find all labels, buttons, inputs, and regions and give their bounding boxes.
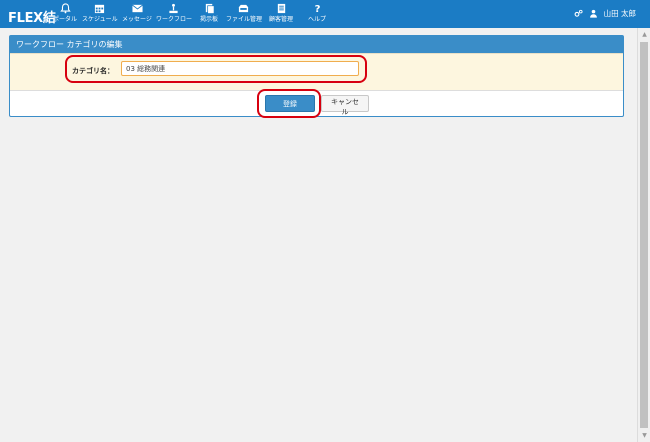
- bell-icon: [59, 3, 71, 14]
- nav-label-portal: ポータル: [52, 16, 77, 23]
- nav-item-customers[interactable]: 顧客管理: [264, 3, 298, 24]
- user-icon: [589, 9, 597, 18]
- vertical-scrollbar[interactable]: ▲ ▼: [637, 28, 650, 442]
- button-row: 登録 キャンセル: [10, 91, 623, 117]
- top-navbar: FLEX結 ポータル スケジュール メッセージ ワークフロー 掲示板 ファイル管…: [0, 0, 650, 28]
- nav-label-help: ヘルプ: [307, 16, 326, 23]
- calendar-icon: [94, 4, 104, 14]
- nav-item-schedule[interactable]: スケジュール: [82, 3, 118, 24]
- scrollbar-thumb[interactable]: [640, 42, 648, 428]
- user-name[interactable]: 山田 太郎: [604, 8, 636, 19]
- nav-item-files[interactable]: ファイル管理: [226, 3, 263, 24]
- user-area: 山田 太郎: [574, 8, 636, 19]
- workflow-icon: [168, 3, 178, 14]
- nav-item-board[interactable]: 掲示板: [192, 3, 226, 24]
- nav-label-board: 掲示板: [199, 16, 218, 23]
- nav-label-files: ファイル管理: [226, 16, 263, 23]
- nav-item-help[interactable]: ? ヘルプ: [300, 3, 334, 24]
- category-name-input[interactable]: [121, 61, 359, 76]
- nav-label-customers: 顧客管理: [268, 16, 293, 23]
- save-button[interactable]: 登録: [265, 95, 315, 112]
- svg-text:?: ?: [314, 4, 320, 14]
- category-edit-panel: ワークフロー カテゴリの編集 カテゴリ名： 登録 キャンセル: [9, 35, 624, 117]
- nav-label-workflow: ワークフロー: [156, 16, 193, 23]
- envelope-icon: [131, 4, 143, 13]
- folder-icon: [238, 4, 248, 13]
- nav-label-message: メッセージ: [122, 16, 152, 23]
- nav-item-portal[interactable]: ポータル: [48, 3, 82, 24]
- board-icon: [205, 3, 214, 14]
- nav-item-message[interactable]: メッセージ: [120, 3, 154, 24]
- nav-item-workflow[interactable]: ワークフロー: [156, 3, 193, 24]
- help-icon: ?: [314, 4, 320, 14]
- nav-label-schedule: スケジュール: [82, 16, 118, 23]
- scroll-up-arrow-icon[interactable]: ▲: [638, 28, 650, 41]
- cancel-button[interactable]: キャンセル: [321, 95, 369, 116]
- settings-gear-icon[interactable]: [574, 9, 583, 18]
- panel-title: ワークフロー カテゴリの編集: [10, 36, 623, 53]
- category-name-label: カテゴリ名：: [72, 67, 114, 75]
- customer-icon: [277, 3, 285, 14]
- scroll-down-arrow-icon[interactable]: ▼: [638, 429, 650, 442]
- category-name-row: カテゴリ名：: [10, 53, 623, 91]
